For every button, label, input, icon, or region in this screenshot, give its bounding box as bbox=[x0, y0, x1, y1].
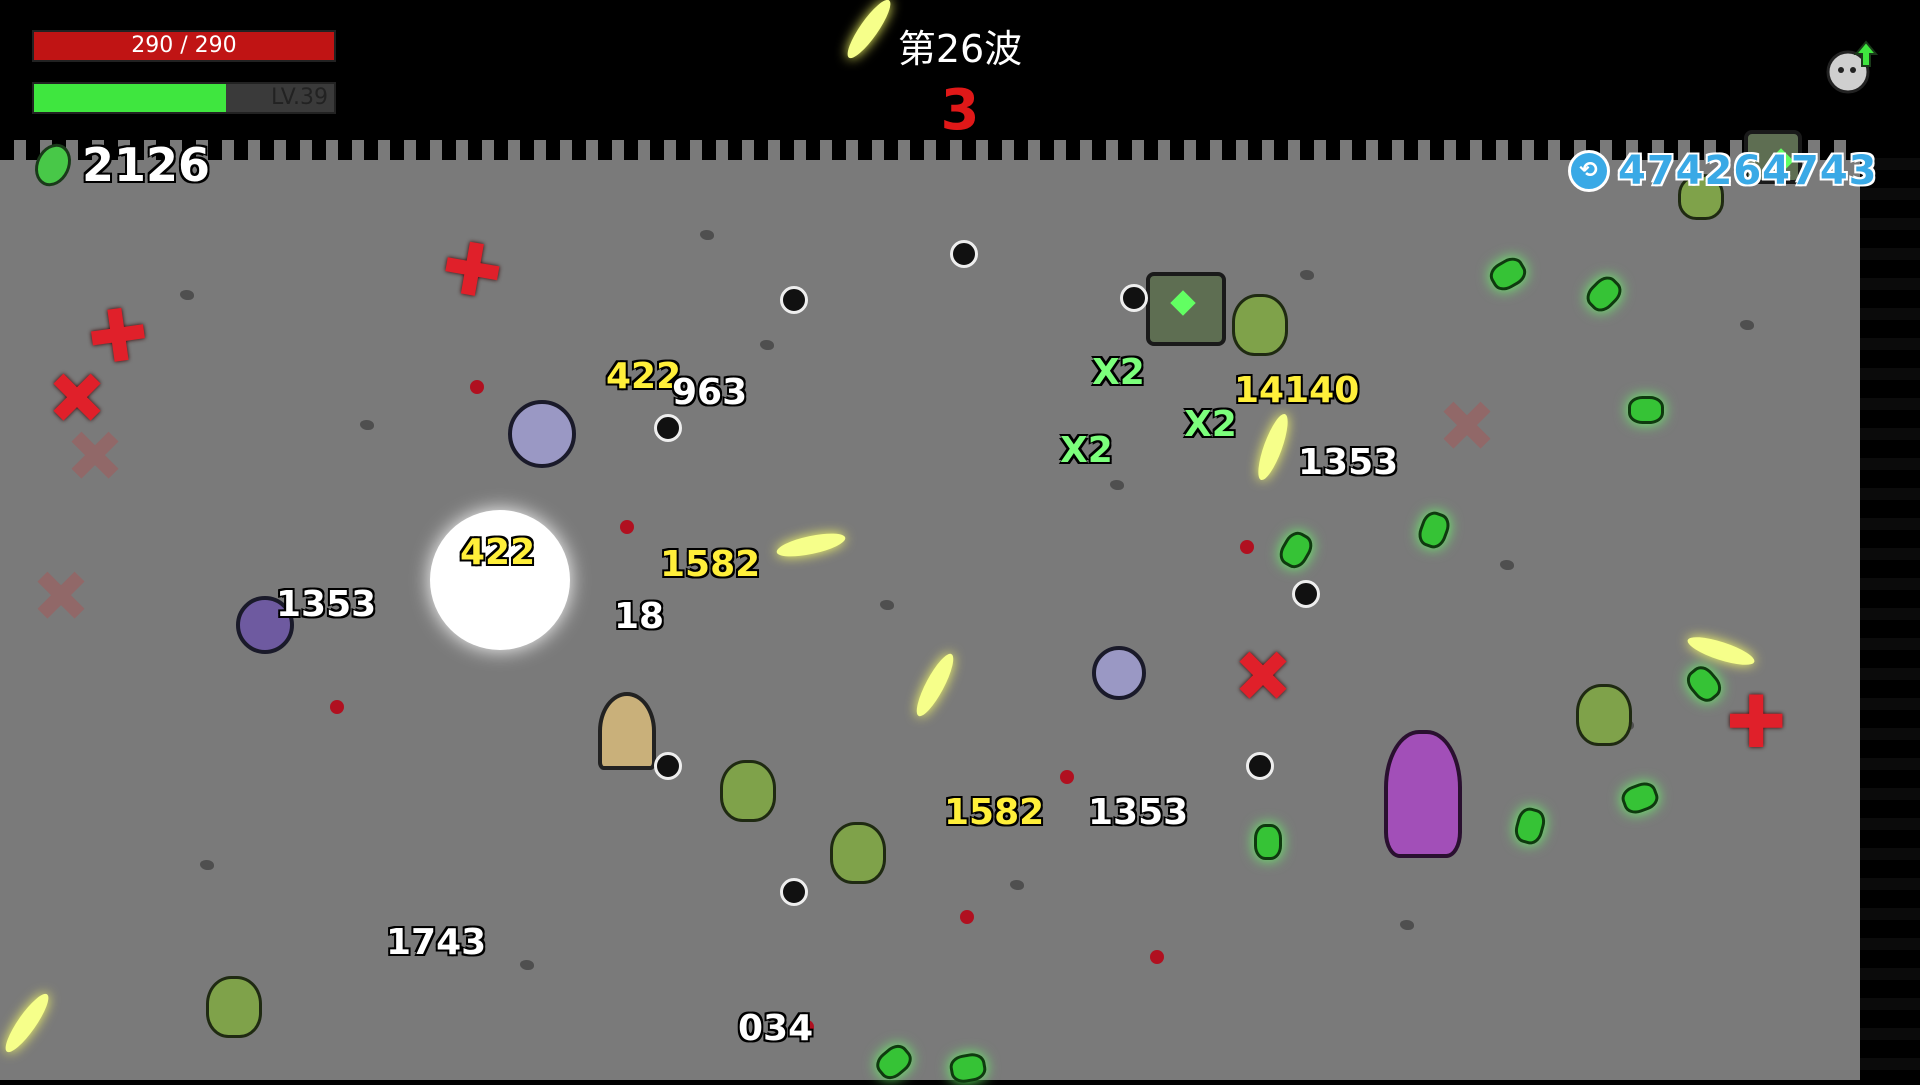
rock bbox=[1740, 320, 1754, 330]
spiky-enemy bbox=[1092, 646, 1146, 700]
damage-number: 1743 bbox=[386, 922, 487, 963]
material-drop bbox=[1254, 824, 1282, 860]
rock bbox=[520, 960, 534, 970]
red-cross-icon: ✚ bbox=[435, 223, 510, 317]
damage-number: 18 bbox=[614, 596, 665, 637]
blood-splat bbox=[1240, 540, 1254, 554]
rock bbox=[760, 340, 774, 350]
rock bbox=[700, 230, 714, 240]
levelup-icon bbox=[1826, 40, 1878, 94]
multiplier-text: X2 bbox=[1092, 352, 1145, 393]
blob-enemy bbox=[720, 760, 776, 822]
damage-number: 1353 bbox=[276, 584, 377, 625]
damage-number: 422 bbox=[606, 356, 682, 397]
damage-number: 963 bbox=[672, 372, 748, 413]
materials-value: 2126 bbox=[82, 138, 211, 192]
blob-enemy bbox=[1576, 684, 1632, 746]
damage-number: 1582 bbox=[944, 792, 1045, 833]
wave-timer: 3 bbox=[940, 78, 980, 143]
materials-counter: 2126 bbox=[28, 137, 211, 193]
damage-number: 14140 bbox=[1234, 370, 1360, 411]
damage-number: 422 bbox=[460, 532, 536, 573]
bank-value: 474264743 bbox=[1618, 148, 1878, 194]
bank-counter: ⟲ 474264743 bbox=[1568, 148, 1878, 194]
xp-bar: LV.39 bbox=[32, 82, 336, 114]
rock bbox=[1010, 880, 1024, 890]
damage-number: 1353 bbox=[1298, 442, 1399, 483]
rock bbox=[180, 290, 194, 300]
blob-enemy bbox=[206, 976, 262, 1038]
bank-icon: ⟲ bbox=[1568, 150, 1610, 192]
health-text: 290 / 290 bbox=[131, 33, 237, 58]
damage-number: 1582 bbox=[660, 544, 761, 585]
rock bbox=[360, 420, 374, 430]
loot-crate bbox=[1146, 272, 1226, 346]
health-bar: 290 / 290 bbox=[32, 30, 336, 62]
orb-projectile bbox=[950, 240, 978, 268]
orb-projectile bbox=[1246, 752, 1274, 780]
blood-splat bbox=[620, 520, 634, 534]
multiplier-text: X2 bbox=[1060, 430, 1113, 471]
orb-projectile bbox=[654, 752, 682, 780]
red-cross-icon: ✚ bbox=[1726, 680, 1787, 764]
damage-number: 034 bbox=[738, 1008, 814, 1049]
blob-enemy bbox=[830, 822, 886, 884]
level-text: LV.39 bbox=[270, 85, 328, 110]
damage-number: 1353 bbox=[1088, 792, 1189, 833]
player-smoke bbox=[430, 510, 570, 650]
rock bbox=[1300, 270, 1314, 280]
rock bbox=[200, 860, 214, 870]
rock bbox=[880, 600, 894, 610]
rock bbox=[1400, 920, 1414, 930]
turret bbox=[598, 692, 656, 770]
blood-splat bbox=[330, 700, 344, 714]
wave-title: 第26波 bbox=[897, 27, 1023, 71]
rock bbox=[1110, 480, 1124, 490]
blob-enemy bbox=[1232, 294, 1288, 356]
blood-splat bbox=[470, 380, 484, 394]
orb-projectile bbox=[1292, 580, 1320, 608]
blood-splat bbox=[960, 910, 974, 924]
orb-projectile bbox=[654, 414, 682, 442]
orb-projectile bbox=[780, 878, 808, 906]
orb-projectile bbox=[780, 286, 808, 314]
blood-splat bbox=[1150, 950, 1164, 964]
spiky-enemy bbox=[508, 400, 576, 468]
material-drop bbox=[1628, 396, 1664, 424]
rock bbox=[1500, 560, 1514, 570]
orb-projectile bbox=[1120, 284, 1148, 312]
tentacle-enemy bbox=[1384, 730, 1462, 858]
multiplier-text: X2 bbox=[1184, 404, 1237, 445]
material-icon bbox=[28, 137, 78, 193]
arena-right-edge bbox=[1860, 140, 1920, 1080]
blood-splat bbox=[1060, 770, 1074, 784]
